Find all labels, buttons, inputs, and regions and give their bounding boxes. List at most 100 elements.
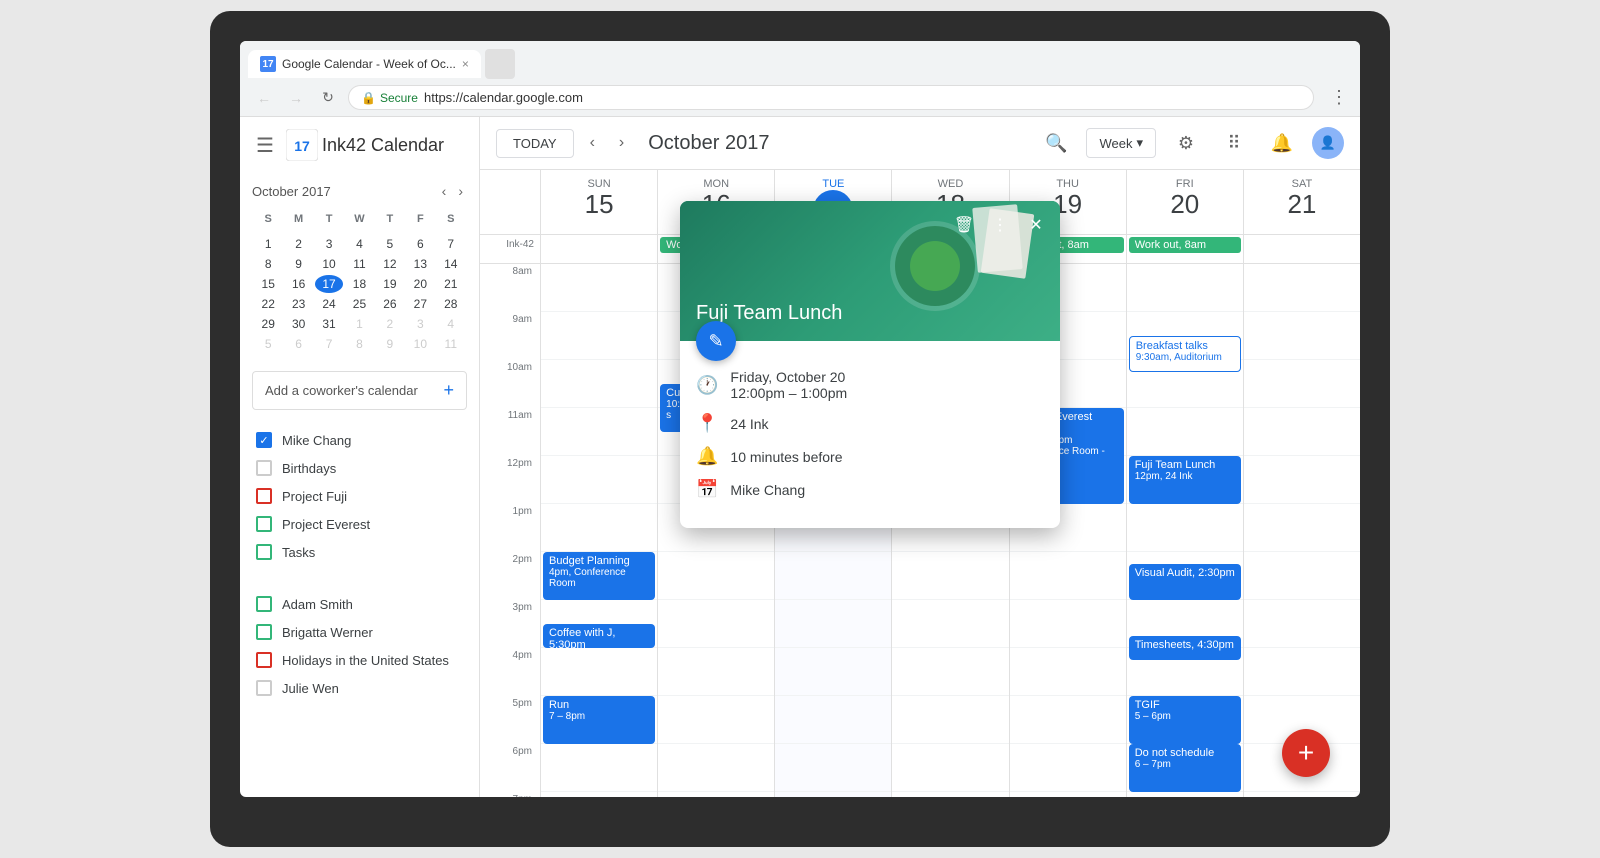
popup-delete-button[interactable]: 🗑 (948, 209, 980, 241)
brigatta-checkbox[interactable] (256, 624, 272, 640)
projectfuji-checkbox[interactable] (256, 488, 272, 504)
address-bar[interactable]: 🔒 Secure https://calendar.google.com (348, 85, 1314, 110)
sidebar-header: ☰ 17 Ink42 Calendar (240, 117, 479, 173)
event-breakfast-talks[interactable]: Breakfast talks 9:30am, Auditorium (1129, 336, 1241, 372)
time-1pm: 1pm (480, 504, 540, 552)
event-time: 12pm, 24 Ink (1135, 471, 1235, 482)
lock-icon: 🔒 (361, 91, 376, 105)
day-col-sun[interactable]: Budget Planning 4pm, Conference Room Cof… (540, 264, 657, 797)
popup-date: Friday, October 20 (730, 369, 847, 385)
calendar-item-tasks[interactable]: Tasks (240, 538, 479, 566)
day-col-fri[interactable]: Breakfast talks 9:30am, Auditorium Fuji … (1126, 264, 1243, 797)
birthdays-checkbox[interactable] (256, 460, 272, 476)
event-title: Budget Planning (549, 555, 649, 567)
mini-calendar: October 2017 ‹ › SMT WTFS (240, 173, 479, 363)
calendar-item-brigatta[interactable]: Brigatta Werner (240, 618, 479, 646)
popup-actions: 🗑 ⋮ ✕ (948, 209, 1052, 241)
calendar-item-juliewen[interactable]: Julie Wen (240, 674, 479, 702)
event-coffee[interactable]: Coffee with J, 5:30pm (543, 624, 655, 648)
current-month-label: October 2017 (648, 132, 769, 155)
prev-week-button[interactable]: ‹ (582, 130, 603, 156)
back-button[interactable]: ← (252, 86, 276, 110)
search-button[interactable]: 🔍 (1038, 125, 1074, 161)
user-avatar[interactable]: 👤 (1312, 127, 1344, 159)
mini-calendar-grid: SMT WTFS 123 4567 8910 (252, 209, 467, 355)
event-budget-planning[interactable]: Budget Planning 4pm, Conference Room (543, 552, 655, 600)
location-icon: 📍 (696, 413, 718, 434)
calendar-item-holidays[interactable]: Holidays in the United States (240, 646, 479, 674)
calendar-name-projecteverest: Project Everest (282, 517, 370, 532)
event-time: 9:30am, Auditorium (1136, 352, 1234, 363)
calendar-item-adamsmith[interactable]: Adam Smith (240, 590, 479, 618)
event-title: Do not schedule (1135, 747, 1235, 759)
day-col-sat[interactable] (1243, 264, 1360, 797)
popup-datetime: 🕐 Friday, October 20 12:00pm – 1:00pm (696, 369, 1044, 401)
apps-button[interactable]: ⠿ (1216, 125, 1252, 161)
notifications-button[interactable]: 🔔 (1264, 125, 1300, 161)
toolbar-right: 🔍 Week ▾ ⚙ ⠿ 🔔 👤 (1038, 125, 1344, 161)
food-inner (910, 241, 960, 291)
event-visual-audit[interactable]: Visual Audit, 2:30pm (1129, 564, 1241, 600)
event-title: Visual Audit, 2:30pm (1135, 567, 1235, 579)
allday-cell-fri[interactable]: Work out, 8am (1126, 235, 1243, 263)
popup-location-row: 📍 24 Ink (696, 413, 1044, 434)
view-selector[interactable]: Week ▾ (1086, 128, 1156, 158)
forward-button[interactable]: → (284, 86, 308, 110)
tab-close-button[interactable]: × (462, 57, 469, 71)
allday-event-fri[interactable]: Work out, 8am (1129, 237, 1241, 253)
allday-cell-sat[interactable] (1243, 235, 1360, 263)
add-coworker-button[interactable]: Add a coworker's calendar + (252, 371, 467, 410)
calendar-item-projectfuji[interactable]: Project Fuji (240, 482, 479, 510)
event-tgif[interactable]: TGIF 5 – 6pm (1129, 696, 1241, 744)
reload-button[interactable]: ↻ (316, 86, 340, 110)
next-week-button[interactable]: › (611, 130, 632, 156)
calendar-item-birthdays[interactable]: Birthdays (240, 454, 479, 482)
browser-address-bar: ← → ↻ 🔒 Secure https://calendar.google.c… (240, 79, 1360, 116)
popup-edit-button[interactable]: ✎ (696, 321, 736, 361)
app-name: Ink42 Calendar (322, 135, 444, 156)
day-header-sat: SAT 21 (1243, 170, 1360, 234)
settings-button[interactable]: ⚙ (1168, 125, 1204, 161)
holidays-checkbox[interactable] (256, 652, 272, 668)
event-run[interactable]: Run 7 – 8pm (543, 696, 655, 744)
popup-close-button[interactable]: ✕ (1020, 209, 1052, 241)
adamsmith-checkbox[interactable] (256, 596, 272, 612)
popup-location: 24 Ink (730, 416, 768, 432)
calendar-name-mikechang: Mike Chang (282, 433, 351, 448)
tasks-checkbox[interactable] (256, 544, 272, 560)
mikechang-checkbox[interactable] (256, 432, 272, 448)
today-button[interactable]: TODAY (496, 129, 574, 158)
tab-favicon: 17 (260, 56, 276, 72)
time-3pm: 3pm (480, 600, 540, 648)
browser-tabs: 17 Google Calendar - Week of Oc... × (240, 41, 1360, 79)
fab-create[interactable]: + (1282, 729, 1330, 777)
projecteverest-checkbox[interactable] (256, 516, 272, 532)
event-fuji-lunch-fri[interactable]: Fuji Team Lunch 12pm, 24 Ink (1129, 456, 1241, 504)
calendar-name-adamsmith: Adam Smith (282, 597, 353, 612)
event-popup: 🗑 ⋮ ✕ Fuji Team Lunch ✎ 🕐 Friday, Octobe (680, 201, 1060, 528)
browser-menu-button[interactable]: ⋮ (1330, 87, 1348, 108)
event-timesheets[interactable]: Timesheets, 4:30pm (1129, 636, 1241, 660)
calendar-view: TODAY ‹ › October 2017 🔍 Week ▾ ⚙ ⠿ 🔔 👤 (480, 117, 1360, 797)
add-plus-icon: + (443, 380, 454, 401)
calendar-item-projecteverest[interactable]: Project Everest (240, 510, 479, 538)
popup-calendar: Mike Chang (730, 482, 805, 498)
new-tab-button[interactable] (485, 49, 515, 79)
hamburger-menu[interactable]: ☰ (256, 133, 274, 158)
app-container: ☰ 17 Ink42 Calendar (240, 117, 1360, 797)
mini-cal-next[interactable]: › (454, 181, 467, 201)
time-11am: 11am (480, 408, 540, 456)
allday-label: Ink-42 (506, 239, 534, 250)
calendar-name-birthdays: Birthdays (282, 461, 336, 476)
mini-cal-prev[interactable]: ‹ (438, 181, 451, 201)
juliewen-checkbox[interactable] (256, 680, 272, 696)
allday-cell-sun[interactable] (540, 235, 657, 263)
event-donotschedule[interactable]: Do not schedule 6 – 7pm (1129, 744, 1241, 792)
active-tab[interactable]: 17 Google Calendar - Week of Oc... × (248, 50, 481, 78)
calendar-icon: 📅 (696, 479, 718, 500)
popup-more-button[interactable]: ⋮ (984, 209, 1016, 241)
calendar-item-mikechang[interactable]: Mike Chang (240, 426, 479, 454)
bell-icon: 🔔 (696, 446, 718, 467)
popup-calendar-row: 📅 Mike Chang (696, 479, 1044, 500)
calendar-name-brigatta: Brigatta Werner (282, 625, 373, 640)
